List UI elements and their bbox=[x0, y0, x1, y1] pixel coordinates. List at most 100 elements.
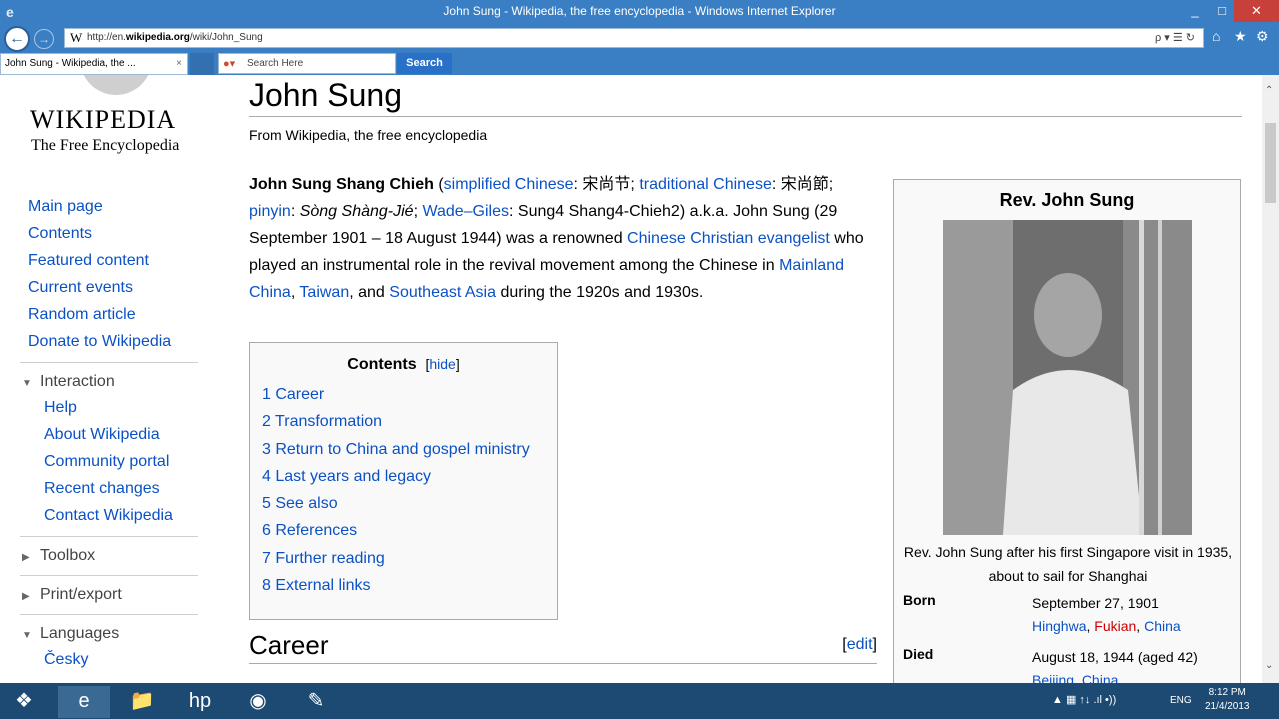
infobox-title: Rev. John Sung bbox=[999, 190, 1135, 210]
sidebar: Main page Contents Featured content Curr… bbox=[20, 196, 218, 676]
link-hinghwa[interactable]: Hinghwa bbox=[1032, 618, 1086, 634]
home-icon[interactable]: ⌂ bbox=[1212, 28, 1220, 44]
logo-wordmark: WIKIPEDIA bbox=[30, 105, 177, 134]
toc-hide-link[interactable]: hide bbox=[429, 356, 455, 372]
tab-john-sung[interactable]: John Sung - Wikipedia, the ... × bbox=[0, 53, 188, 75]
divider bbox=[20, 575, 198, 576]
sidebar-item-contents[interactable]: Contents bbox=[28, 223, 218, 250]
sidebar-item-about[interactable]: About Wikipedia bbox=[28, 424, 218, 451]
languages-section-toggle[interactable]: ▼ Languages bbox=[22, 623, 212, 649]
link-pinyin[interactable]: pinyin bbox=[249, 203, 291, 220]
born-value: September 27, 1901 Hinghwa, Fukian, China bbox=[1032, 595, 1181, 634]
forward-button[interactable]: → bbox=[34, 29, 54, 49]
file-explorer-icon[interactable]: 📁 bbox=[116, 686, 168, 718]
site-subtitle: From Wikipedia, the free encyclopedia bbox=[249, 127, 488, 143]
clock[interactable]: 8:12 PM 21/4/2013 bbox=[1205, 686, 1250, 714]
triangle-down-icon: ▼ bbox=[22, 630, 32, 641]
search-input[interactable]: ●▾ Search Here bbox=[218, 53, 396, 74]
search-provider-icon: ●▾ bbox=[223, 58, 236, 70]
article: John Sung From Wikipedia, the free encyc… bbox=[249, 75, 1242, 664]
edit-link[interactable]: edit bbox=[847, 636, 873, 653]
paint-icon[interactable]: ✎ bbox=[290, 686, 342, 718]
triangle-down-icon: ▼ bbox=[22, 378, 32, 389]
logo-tagline: The Free Encyclopedia bbox=[31, 137, 180, 154]
link-beijing[interactable]: Beijing bbox=[1032, 672, 1074, 683]
link-fukian[interactable]: Fukian bbox=[1094, 618, 1136, 634]
born-label: Born bbox=[903, 592, 936, 608]
start-button-icon[interactable]: ❖ bbox=[2, 686, 46, 718]
triangle-right-icon: ▶ bbox=[22, 591, 30, 602]
link-china-died[interactable]: China bbox=[1082, 672, 1119, 683]
link-wade-giles[interactable]: Wade–Giles bbox=[422, 203, 509, 220]
link-traditional-chinese[interactable]: traditional Chinese bbox=[639, 176, 772, 193]
toc-item-see-also[interactable]: 5 See also bbox=[262, 495, 338, 512]
window-title: John Sung - Wikipedia, the free encyclop… bbox=[443, 4, 836, 18]
vertical-scrollbar[interactable]: ⌃ ⌄ bbox=[1262, 75, 1279, 683]
divider bbox=[20, 614, 198, 615]
wikipedia-globe-icon bbox=[80, 75, 152, 95]
infobox: Rev. John Sung Rev. John Sung after his … bbox=[893, 179, 1241, 683]
lead-paragraph: John Sung Shang Chieh (simplified Chines… bbox=[249, 176, 864, 301]
scroll-thumb[interactable] bbox=[1265, 123, 1276, 203]
toc-item-external-links[interactable]: 8 External links bbox=[262, 577, 371, 594]
favorites-star-icon[interactable]: ★ bbox=[1234, 28, 1247, 45]
scroll-up-icon[interactable]: ⌃ bbox=[1265, 85, 1273, 96]
window-title-bar: e John Sung - Wikipedia, the free encycl… bbox=[0, 0, 1279, 24]
settings-gear-icon[interactable]: ⚙ bbox=[1256, 28, 1269, 45]
divider bbox=[20, 362, 198, 363]
maximize-button[interactable]: □ bbox=[1207, 0, 1237, 22]
close-button[interactable]: ✕ bbox=[1234, 0, 1279, 22]
interaction-links: Help About Wikipedia Community portal Re… bbox=[28, 397, 218, 532]
toc-item-references[interactable]: 6 References bbox=[262, 522, 357, 539]
link-chinese-christian-evangelist[interactable]: Chinese Christian evangelist bbox=[627, 230, 830, 247]
sidebar-item-current-events[interactable]: Current events bbox=[28, 277, 218, 304]
sidebar-item-community-portal[interactable]: Community portal bbox=[28, 451, 218, 478]
link-southeast-asia[interactable]: Southeast Asia bbox=[389, 284, 496, 301]
tab-close-icon[interactable]: × bbox=[176, 58, 182, 69]
toc-title: Contents [hide] bbox=[347, 356, 460, 373]
sidebar-navigation: Main page Contents Featured content Curr… bbox=[28, 196, 218, 358]
url-tools[interactable]: ρ ▾ ☰ ↻ bbox=[1155, 31, 1195, 44]
language-indicator[interactable]: ENG bbox=[1170, 695, 1192, 706]
toolbox-section-toggle[interactable]: ▶ Toolbox bbox=[22, 545, 212, 571]
interaction-section-toggle[interactable]: ▼ Interaction bbox=[22, 371, 212, 397]
language-links: Česky bbox=[28, 649, 218, 676]
back-button[interactable]: ← bbox=[4, 26, 30, 52]
search-button[interactable]: Search bbox=[397, 53, 452, 74]
sidebar-item-help[interactable]: Help bbox=[28, 397, 218, 424]
hp-icon[interactable]: hp bbox=[174, 686, 226, 718]
toc-item-transformation[interactable]: 2 Transformation bbox=[262, 413, 382, 430]
wikipedia-favicon-icon: W bbox=[70, 30, 83, 45]
system-tray-icons[interactable]: ▲ ▦ ↑↓ .ıl •)) bbox=[1052, 693, 1116, 706]
toc-item-career[interactable]: 1 Career bbox=[262, 386, 324, 403]
toc-item-last-years[interactable]: 4 Last years and legacy bbox=[262, 468, 431, 485]
chrome-icon[interactable]: ◉ bbox=[232, 686, 284, 718]
link-taiwan[interactable]: Taiwan bbox=[299, 284, 349, 301]
minimize-button[interactable]: _ bbox=[1180, 0, 1210, 22]
taskbar: ❖ e 📁 hp ◉ ✎ ▲ ▦ ↑↓ .ıl •)) ENG 8:12 PM 2… bbox=[0, 683, 1279, 719]
sidebar-item-random-article[interactable]: Random article bbox=[28, 304, 218, 331]
search-placeholder: Search Here bbox=[247, 58, 304, 69]
sidebar-item-featured-content[interactable]: Featured content bbox=[28, 250, 218, 277]
sidebar-item-donate[interactable]: Donate to Wikipedia bbox=[28, 331, 218, 358]
language-link-czech[interactable]: Česky bbox=[28, 649, 218, 676]
new-tab-button[interactable] bbox=[190, 53, 214, 75]
internet-explorer-icon[interactable]: e bbox=[58, 686, 110, 718]
toc-item-further-reading[interactable]: 7 Further reading bbox=[262, 550, 385, 567]
died-label: Died bbox=[903, 646, 934, 662]
url-text: http://en.wikipedia.org/wiki/John_Sung bbox=[87, 32, 263, 43]
died-value: August 18, 1944 (aged 42) Beijing, China bbox=[1032, 646, 1232, 683]
portrait-photo[interactable] bbox=[943, 220, 1192, 535]
link-china[interactable]: China bbox=[1144, 618, 1181, 634]
toc-item-return-to-china[interactable]: 3 Return to China and gospel ministry bbox=[262, 441, 530, 458]
wikipedia-logo[interactable]: WIKIPEDIA The Free Encyclopedia bbox=[20, 75, 210, 165]
print-export-section-toggle[interactable]: ▶ Print/export bbox=[22, 584, 212, 610]
page-content: WIKIPEDIA The Free Encyclopedia Main pag… bbox=[0, 75, 1262, 683]
sidebar-item-main-page[interactable]: Main page bbox=[28, 196, 218, 223]
sidebar-item-contact[interactable]: Contact Wikipedia bbox=[28, 505, 218, 532]
address-bar: ← → W http://en.wikipedia.org/wiki/John_… bbox=[0, 24, 1279, 52]
sidebar-item-recent-changes[interactable]: Recent changes bbox=[28, 478, 218, 505]
scroll-down-icon[interactable]: ⌄ bbox=[1265, 660, 1273, 671]
link-simplified-chinese[interactable]: simplified Chinese bbox=[444, 176, 574, 193]
url-field[interactable]: W http://en.wikipedia.org/wiki/John_Sung… bbox=[64, 28, 1204, 48]
